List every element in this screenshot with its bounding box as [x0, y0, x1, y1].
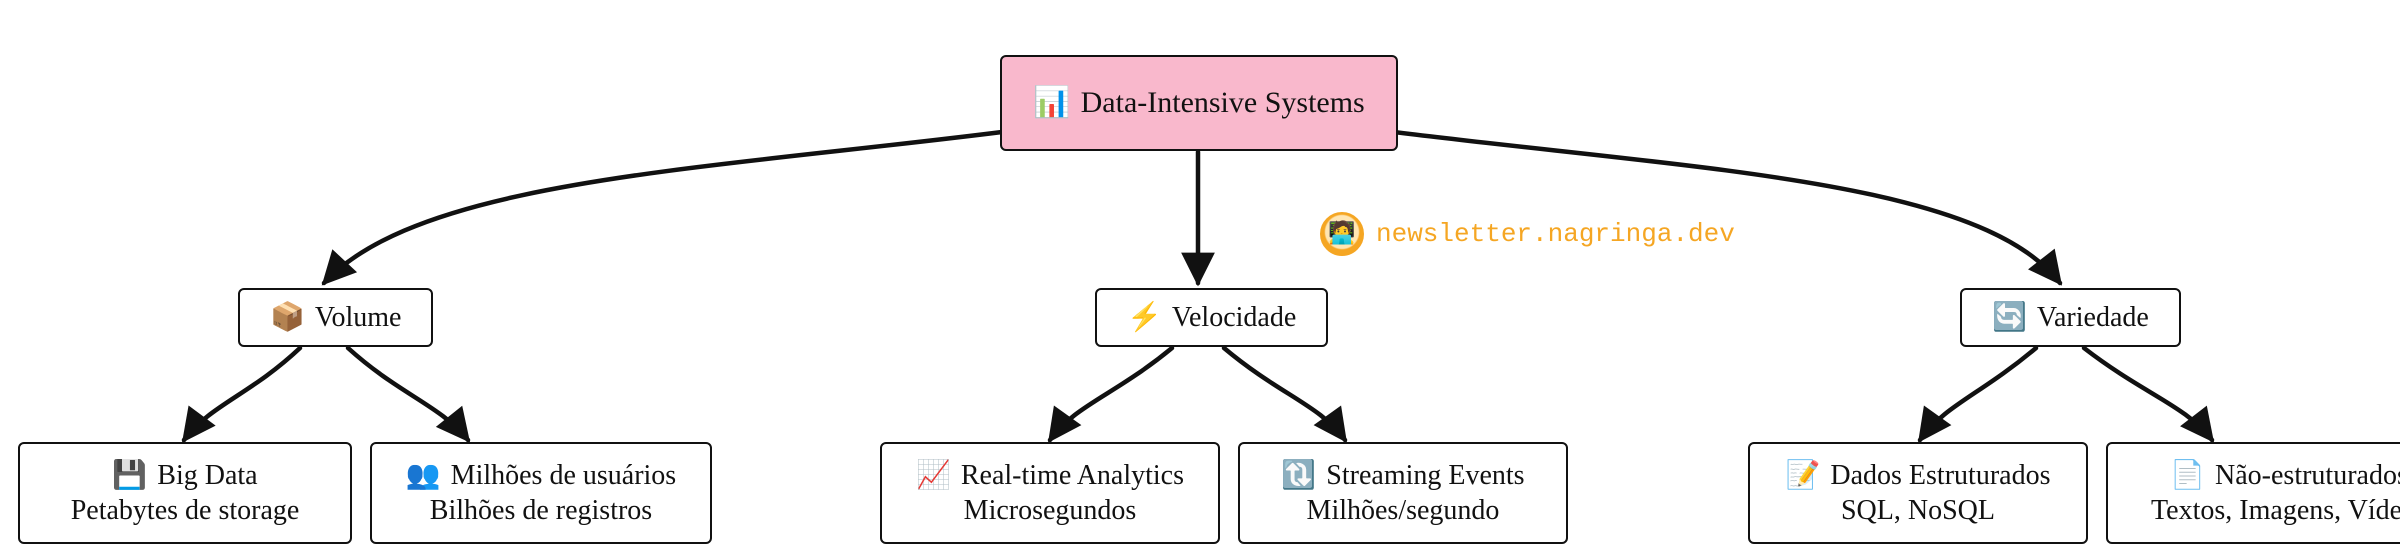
bolt-icon: ⚡ — [1127, 300, 1162, 335]
structured-title: Dados Estruturados — [1830, 458, 2050, 493]
node-bigdata: 💾 Big Data Petabytes de storage — [18, 442, 352, 544]
streaming-subtitle: Milhões/segundo — [1307, 493, 1500, 528]
bigdata-title: Big Data — [157, 458, 257, 493]
node-structured: 📝 Dados Estruturados SQL, NoSQL — [1748, 442, 2088, 544]
watermark[interactable]: 🧑‍💻 newsletter.nagringa.dev — [1320, 212, 1735, 256]
node-unstructured: 📄 Não-estruturados Textos, Imagens, Víde… — [2106, 442, 2400, 544]
users-title: Milhões de usuários — [451, 458, 677, 493]
bigdata-subtitle: Petabytes de storage — [71, 493, 300, 528]
page-icon: 📄 — [2170, 458, 2205, 493]
realtime-subtitle: Microsegundos — [964, 493, 1137, 528]
users-subtitle: Bilhões de registros — [430, 493, 652, 528]
watermark-text: newsletter.nagringa.dev — [1376, 219, 1735, 249]
volume-label: Volume — [315, 300, 402, 335]
velocidade-label: Velocidade — [1172, 300, 1296, 335]
refresh-icon: 🔄 — [1992, 300, 2027, 335]
root-label: Data-Intensive Systems — [1081, 84, 1365, 122]
node-volume: 📦 Volume — [238, 288, 433, 347]
variedade-label: Variedade — [2037, 300, 2149, 335]
structured-subtitle: SQL, NoSQL — [1841, 493, 1995, 528]
memo-icon: 📝 — [1786, 458, 1821, 493]
watermark-logo-icon: 🧑‍💻 — [1320, 212, 1364, 256]
unstructured-title: Não-estruturados — [2215, 458, 2400, 493]
package-icon: 📦 — [270, 300, 305, 335]
chart-icon: 📊 — [1033, 84, 1070, 122]
cycle-icon: 🔃 — [1281, 458, 1316, 493]
diagram-canvas: { "root": { "icon": "📊", "label": "Data-… — [0, 0, 2400, 554]
unstructured-subtitle: Textos, Imagens, Vídeos — [2151, 493, 2400, 528]
trend-icon: 📈 — [916, 458, 951, 493]
node-users: 👥 Milhões de usuários Bilhões de registr… — [370, 442, 712, 544]
realtime-title: Real-time Analytics — [961, 458, 1184, 493]
node-root: 📊 Data-Intensive Systems — [1000, 55, 1398, 151]
floppy-icon: 💾 — [112, 458, 147, 493]
node-realtime: 📈 Real-time Analytics Microsegundos — [880, 442, 1220, 544]
node-streaming: 🔃 Streaming Events Milhões/segundo — [1238, 442, 1568, 544]
users-icon: 👥 — [406, 458, 441, 493]
node-velocidade: ⚡ Velocidade — [1095, 288, 1328, 347]
streaming-title: Streaming Events — [1326, 458, 1524, 493]
node-variedade: 🔄 Variedade — [1960, 288, 2181, 347]
